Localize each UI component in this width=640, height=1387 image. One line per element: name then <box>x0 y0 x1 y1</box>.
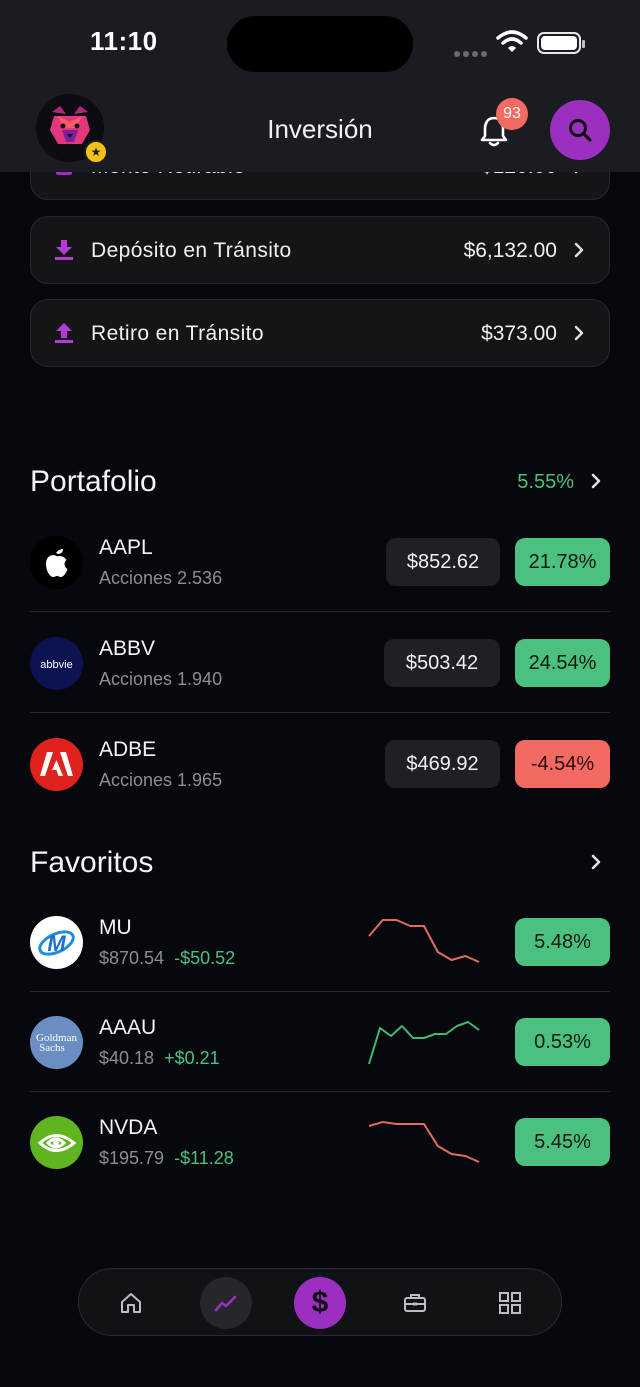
micron-logo: M <box>30 916 83 969</box>
favorites-title: Favoritos <box>30 846 154 879</box>
portfolio-return[interactable]: 5.55% <box>517 471 574 494</box>
portfolio-row-aapl[interactable]: AAPL Acciones 2.536 $852.62 21.78% <box>30 512 610 612</box>
balance-row-amount: $373.00 <box>481 322 557 345</box>
sparkline-path <box>368 1021 480 1065</box>
asset-change-badge: -4.54% <box>515 740 610 788</box>
dynamic-island <box>227 16 413 72</box>
nvidia-logo <box>30 1116 83 1169</box>
page-title: Inversión <box>267 114 373 144</box>
sparkline-chart <box>368 919 480 963</box>
asset-symbol: AAPL <box>99 536 153 559</box>
portfolio-row-abbv[interactable]: abbvie ABBV Acciones 1.940 $503.42 24.54… <box>30 613 610 713</box>
adobe-logo <box>30 738 83 791</box>
svg-text:M: M <box>47 931 66 956</box>
status-time: 11:10 <box>90 26 158 56</box>
balance-row-amount: $6,132.00 <box>463 239 557 262</box>
portfolio-title: Portafolio <box>30 465 157 498</box>
balance-row-label: Retiro en Tránsito <box>91 322 264 345</box>
favorite-row-aaau[interactable]: Goldman Sachs AAAU $40.18 +$0.21 0.53% <box>30 992 610 1092</box>
trend-icon <box>214 1295 237 1312</box>
asset-price-line: $870.54 -$50.52 <box>99 948 235 969</box>
search-icon <box>569 119 592 142</box>
asset-symbol: NVDA <box>99 1116 158 1139</box>
asset-price: $852.62 <box>386 538 500 586</box>
asset-symbol: ABBV <box>99 637 156 660</box>
balance-row-withdraw-transit[interactable]: Retiro en Tránsito $373.00 <box>30 299 610 367</box>
nav-money[interactable]: $ <box>294 1277 346 1329</box>
status-bar: 11:10 <box>0 0 640 88</box>
battery-icon <box>537 32 585 54</box>
signal-icon <box>454 44 490 57</box>
asset-shares: Acciones 2.536 <box>99 568 223 588</box>
sparkline-path <box>368 919 480 963</box>
goldman-sachs-logo: Goldman Sachs <box>30 1016 83 1069</box>
apple-logo <box>30 536 83 589</box>
asset-shares: Acciones 1.965 <box>99 770 223 790</box>
asset-delta: +$0.21 <box>164 1048 220 1068</box>
asset-change-badge: 24.54% <box>515 639 610 687</box>
asset-symbol: MU <box>99 916 132 939</box>
nav-trend[interactable] <box>200 1277 252 1329</box>
portfolio-row-adbe[interactable]: ADBE Acciones 1.965 $469.92 -4.54% <box>30 714 610 814</box>
download-icon <box>55 240 73 260</box>
abbvie-logo-text: abbvie <box>40 659 72 671</box>
balance-row-label: Depósito en Tránsito <box>91 239 292 262</box>
asset-change-badge: 5.45% <box>515 1118 610 1166</box>
asset-price: $503.42 <box>384 639 500 687</box>
bottom-nav: $ <box>78 1268 562 1336</box>
money-icon: $ <box>311 1286 329 1319</box>
asset-delta: -$11.28 <box>174 1148 234 1168</box>
briefcase-icon <box>404 1294 426 1312</box>
asset-symbol: ADBE <box>99 738 157 761</box>
asset-price: $870.54 <box>99 948 165 968</box>
asset-change-badge: 5.48% <box>515 918 610 966</box>
asset-price-line: $195.79 -$11.28 <box>99 1148 234 1169</box>
asset-shares: Acciones 1.940 <box>99 669 223 689</box>
home-icon <box>121 1293 141 1313</box>
sparkline-chart <box>368 1121 480 1163</box>
chevron-right-icon[interactable] <box>590 472 602 490</box>
balance-row-deposit-transit[interactable]: Depósito en Tránsito $6,132.00 <box>30 216 610 284</box>
asset-price: $40.18 <box>99 1048 155 1068</box>
chevron-right-icon[interactable] <box>590 853 602 871</box>
nav-briefcase[interactable] <box>389 1277 441 1329</box>
nav-grid[interactable] <box>484 1277 536 1329</box>
asset-price: $195.79 <box>99 1148 165 1168</box>
asset-price-line: $40.18 +$0.21 <box>99 1048 220 1069</box>
asset-change-badge: 21.78% <box>515 538 610 586</box>
sparkline-chart <box>368 1021 480 1065</box>
asset-symbol: AAAU <box>99 1016 157 1039</box>
header-foreground: ★ Inversión 93 <box>0 88 640 172</box>
favorite-row-nvda[interactable]: NVDA $195.79 -$11.28 5.45% <box>30 1092 610 1192</box>
chevron-right-icon <box>574 242 584 258</box>
wifi-icon <box>496 30 528 52</box>
search-button[interactable] <box>550 100 610 160</box>
nav-home[interactable] <box>105 1277 157 1329</box>
goldman-sachs-logo-line-2: Sachs <box>39 1042 65 1054</box>
notification-badge: 93 <box>496 98 528 130</box>
grid-icon <box>499 1292 521 1314</box>
abbvie-logo: abbvie <box>30 637 83 690</box>
asset-price: $469.92 <box>385 740 500 788</box>
chevron-right-icon <box>574 325 584 341</box>
asset-change-badge: 0.53% <box>515 1018 610 1066</box>
favorite-row-mu[interactable]: M MU $870.54 -$50.52 5.48% <box>30 892 610 992</box>
asset-delta: -$50.52 <box>174 948 236 968</box>
sparkline-path <box>368 1121 480 1163</box>
upload-icon <box>55 323 73 343</box>
